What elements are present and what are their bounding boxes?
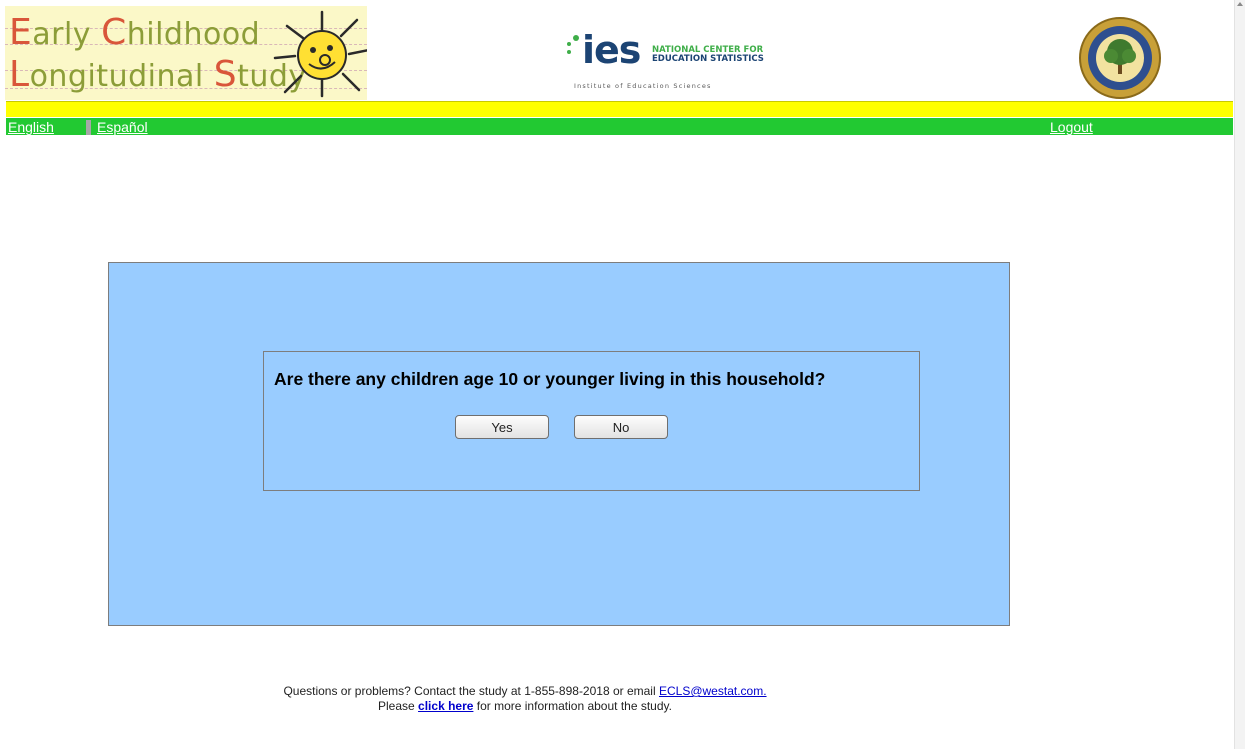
page-header: Early Childhood Longitudinal Study ies N… bbox=[0, 0, 1233, 102]
english-link[interactable]: English bbox=[8, 119, 54, 136]
no-button[interactable]: No bbox=[574, 415, 668, 439]
scroll-up-arrow-icon[interactable] bbox=[1237, 2, 1243, 6]
footer: Questions or problems? Contact the study… bbox=[0, 684, 1050, 714]
logout-link[interactable]: Logout bbox=[1050, 119, 1093, 136]
ies-subtitle: Institute of Education Sciences bbox=[574, 82, 712, 90]
ies-dots-icon bbox=[567, 35, 579, 54]
language-separator bbox=[86, 120, 91, 135]
footer-info-line: Please click here for more information a… bbox=[378, 699, 672, 713]
ies-wordmark: ies bbox=[582, 28, 641, 72]
email-link[interactable]: ECLS@westat.com. bbox=[659, 684, 767, 698]
yellow-band bbox=[6, 101, 1233, 117]
espanol-link[interactable]: Español bbox=[97, 119, 148, 136]
ies-nces-logo: ies NATIONAL CENTER FOR EDUCATION STATIS… bbox=[566, 28, 766, 98]
question-text: Are there any children age 10 or younger… bbox=[274, 369, 826, 389]
question-dialog: Are there any children age 10 or younger… bbox=[263, 351, 920, 491]
footer-contact-line: Questions or problems? Contact the study… bbox=[283, 684, 767, 698]
vertical-scrollbar[interactable] bbox=[1234, 0, 1245, 749]
language-nav-bar: English Español Logout bbox=[6, 118, 1233, 135]
smiling-sun-icon bbox=[273, 10, 367, 98]
nces-text: NATIONAL CENTER FOR EDUCATION STATISTICS bbox=[652, 45, 764, 64]
click-here-link[interactable]: click here bbox=[418, 699, 473, 713]
yes-button[interactable]: Yes bbox=[455, 415, 549, 439]
question-panel: Are there any children age 10 or younger… bbox=[108, 262, 1010, 626]
ecls-logo-line-2: Longitudinal Study bbox=[9, 54, 307, 95]
ecls-logo: Early Childhood Longitudinal Study bbox=[5, 6, 367, 100]
ecls-logo-line-1: Early Childhood bbox=[9, 12, 261, 53]
department-of-education-seal-icon bbox=[1079, 17, 1161, 99]
